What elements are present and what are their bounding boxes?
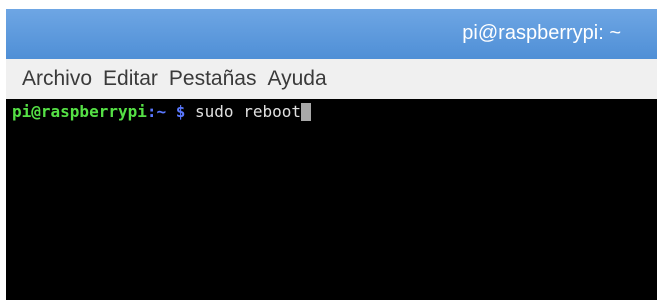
title-bar[interactable]: pi@raspberrypi: ~ (6, 9, 657, 59)
text-cursor (300, 103, 311, 121)
menu-editar[interactable]: Editar (103, 67, 158, 91)
menu-archivo[interactable]: Archivo (22, 67, 92, 91)
prompt-path: :~ (146, 102, 167, 121)
menu-ayuda[interactable]: Ayuda (267, 67, 326, 91)
prompt-sign: $ (166, 102, 186, 121)
menu-pestanas[interactable]: Pestañas (169, 67, 257, 91)
window-title: pi@raspberrypi: ~ (462, 22, 621, 44)
terminal-window: pi@raspberrypi: ~ Archivo Editar Pestaña… (6, 9, 657, 300)
menu-bar: Archivo Editar Pestañas Ayuda (6, 59, 657, 99)
prompt-user: pi@raspberrypi (12, 102, 147, 121)
terminal-area[interactable]: pi@raspberrypi:~ $ sudo reboot (6, 99, 657, 300)
command-text: sudo reboot (185, 102, 301, 121)
